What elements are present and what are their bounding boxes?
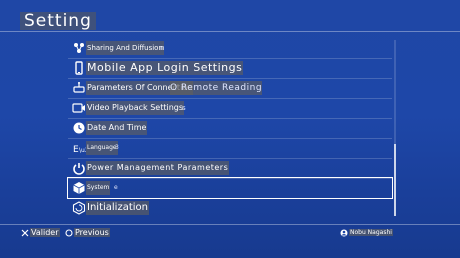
video-icon — [72, 103, 85, 113]
menu-item-initialization[interactable]: Initialization — [68, 198, 392, 218]
confirm-button[interactable]: Valider — [21, 227, 60, 239]
power-icon — [73, 163, 85, 175]
menu-item-sharing[interactable]: Sharing And Diffusion n — [68, 38, 392, 59]
svg-text:\u3042: \u3042 — [79, 147, 86, 154]
cross-button-icon — [21, 229, 29, 236]
menu-item-suffix: n — [160, 44, 165, 52]
back-label: Previous — [74, 228, 110, 237]
menu-item-label: Video Playback Settings — [86, 101, 185, 115]
reset-icon — [72, 201, 86, 215]
smartphone-icon — [75, 61, 83, 75]
menu-item-label: Date And Time — [86, 121, 148, 135]
user-profile[interactable]: Nobu Nagashi — [340, 227, 393, 239]
menu-item-power[interactable]: Power Management Parameters — [68, 158, 392, 179]
system-cube-icon — [73, 182, 85, 194]
menu-item-suffix: 3 — [115, 144, 119, 151]
page-title: Setting — [20, 12, 96, 30]
menu-item-label: System — [86, 181, 111, 195]
back-button[interactable]: Previous — [65, 227, 110, 239]
menu-item-video-playback[interactable]: Video Playback Settings s — [68, 98, 392, 119]
menu-item-date-time[interactable]: Date And Time — [68, 118, 392, 139]
scrollbar-thumb[interactable] — [394, 144, 396, 216]
menu-item-suffix: O Remote Reading — [170, 81, 263, 95]
language-icon: E \u3042 — [73, 145, 86, 155]
settings-menu: Sharing And Diffusion n Mobile App Login… — [67, 38, 393, 218]
avatar-icon — [340, 229, 348, 236]
user-name: Nobu Nagashi — [349, 229, 393, 236]
scrollbar[interactable] — [394, 40, 396, 216]
menu-item-label: Language — [86, 141, 118, 155]
menu-item-label: Mobile App Login Settings — [86, 61, 244, 75]
menu-item-language[interactable]: E \u3042 Language 3 — [68, 138, 392, 159]
share-icon — [74, 43, 84, 53]
menu-item-connection[interactable]: Parameters Of Connection O Remote Readin… — [68, 78, 392, 99]
menu-item-mobile-app[interactable]: Mobile App Login Settings — [68, 58, 392, 79]
network-icon — [73, 82, 85, 93]
confirm-label: Valider — [30, 228, 60, 237]
menu-item-label: Power Management Parameters — [86, 161, 230, 175]
title-bar: Setting — [0, 0, 460, 34]
menu-item-system[interactable]: System e — [67, 177, 393, 199]
menu-item-label: Initialization — [86, 201, 149, 215]
menu-item-suffix: e — [114, 184, 118, 191]
title-divider — [0, 31, 460, 32]
clock-icon — [73, 122, 85, 134]
menu-item-suffix: s — [182, 104, 186, 112]
menu-item-label: Sharing And Diffusion — [86, 41, 164, 55]
footer-divider — [0, 224, 460, 225]
circle-button-icon — [65, 228, 73, 237]
